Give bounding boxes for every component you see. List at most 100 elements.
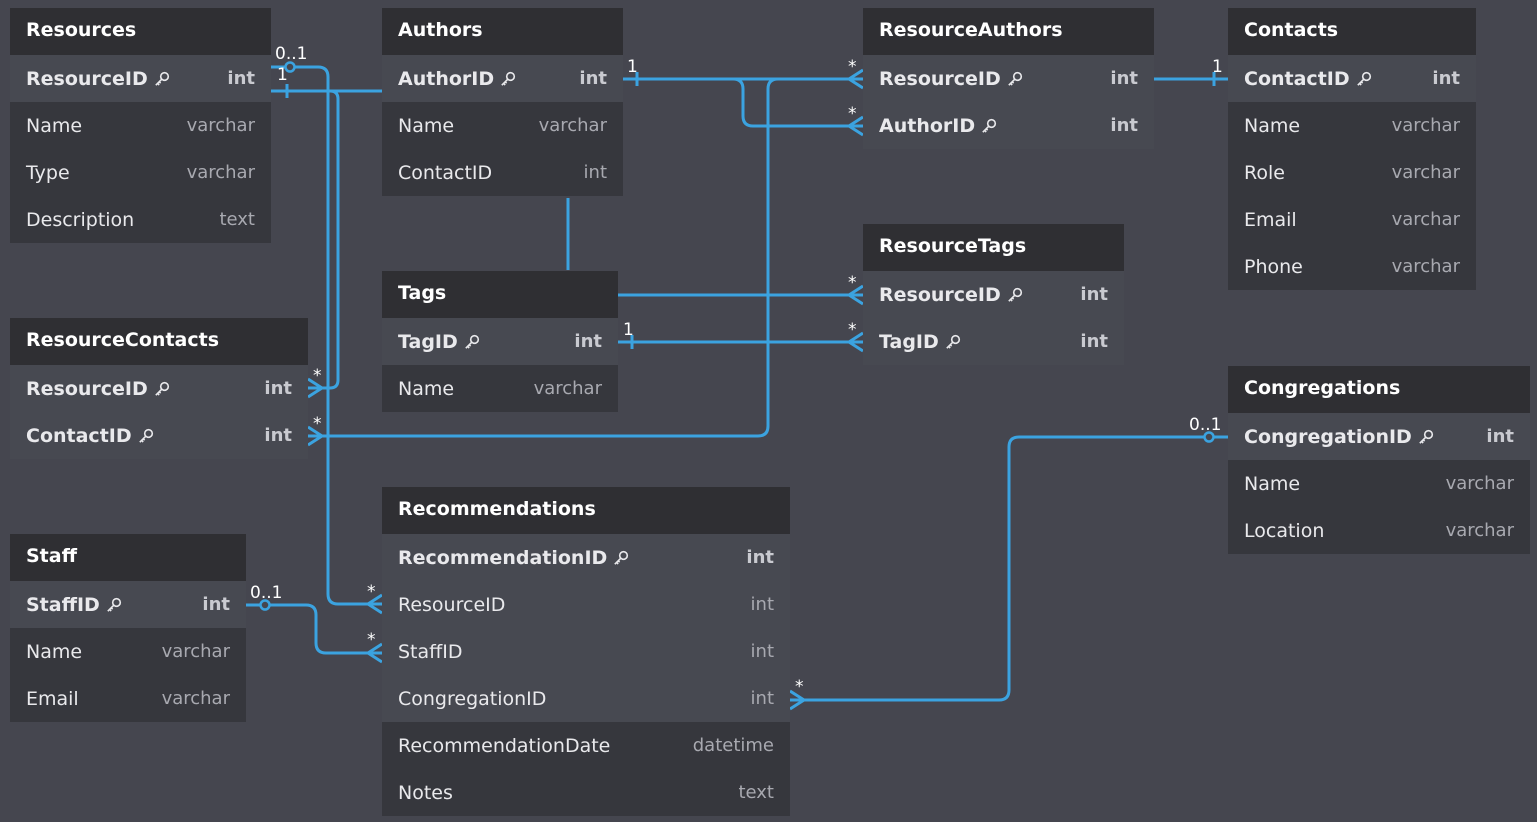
crowfoot-rec-res	[365, 593, 383, 615]
field-name: RecommendationID	[398, 546, 608, 569]
field-name-wrap: TagID	[879, 331, 961, 353]
field-type: text	[738, 782, 774, 803]
table-title[interactable]: Authors	[382, 8, 623, 55]
label-cong-zero-one: 0..1	[1189, 415, 1221, 435]
label-rt-res-many: *	[848, 273, 857, 293]
field-row[interactable]: Type varchar	[10, 149, 271, 196]
field-name-wrap: ResourceID	[398, 594, 505, 616]
field-type: int	[746, 547, 774, 568]
field-type: int	[750, 594, 774, 615]
field-name-wrap: StaffID	[398, 641, 462, 663]
field-row[interactable]: ContactID int	[1228, 55, 1476, 102]
table-contacts[interactable]: Contacts ContactID int Name varchar Role varch…	[1228, 8, 1476, 290]
field-name: ResourceID	[26, 377, 148, 400]
table-title[interactable]: Staff	[10, 534, 246, 581]
zero-one-res	[284, 61, 296, 73]
field-name-wrap: Phone	[1244, 256, 1303, 278]
field-row[interactable]: RecommendationDate datetime	[382, 722, 790, 769]
crowfoot-ra-auth	[846, 115, 864, 137]
table-title[interactable]: Tags	[382, 271, 618, 318]
table-title[interactable]: Resources	[10, 8, 271, 55]
field-row[interactable]: ContactID int	[10, 412, 308, 459]
field-row[interactable]: Name varchar	[1228, 102, 1476, 149]
table-resourceauthors[interactable]: ResourceAuthors ResourceID int AuthorID int	[863, 8, 1154, 149]
table-title[interactable]: Congregations	[1228, 366, 1530, 413]
field-name: ResourceID	[879, 67, 1001, 90]
field-row[interactable]: Name varchar	[1228, 460, 1530, 507]
table-tags[interactable]: Tags TagID int Name varchar	[382, 271, 618, 412]
field-name-wrap: ResourceID	[879, 68, 1023, 90]
field-name-wrap: Role	[1244, 162, 1285, 184]
field-row[interactable]: Name varchar	[10, 102, 271, 149]
field-row[interactable]: Phone varchar	[1228, 243, 1476, 290]
field-name-wrap: Email	[1244, 209, 1297, 231]
table-authors[interactable]: Authors AuthorID int Name varchar ContactID in…	[382, 8, 623, 196]
field-type: text	[219, 209, 255, 230]
field-name-wrap: Name	[1244, 115, 1300, 137]
field-name: Name	[26, 640, 83, 663]
field-row[interactable]: RecommendationID int	[382, 534, 790, 581]
field-row[interactable]: AuthorID int	[382, 55, 623, 102]
table-title[interactable]: ResourceAuthors	[863, 8, 1154, 55]
field-row[interactable]: ResourceID int	[10, 55, 271, 102]
field-name-wrap: RecommendationID	[398, 547, 629, 569]
field-row[interactable]: Email varchar	[10, 675, 246, 722]
field-type: varchar	[1391, 115, 1460, 136]
field-row[interactable]: Name varchar	[382, 365, 618, 412]
table-congregations[interactable]: Congregations CongregationID int Name varcha…	[1228, 366, 1530, 554]
key-icon	[1007, 71, 1022, 86]
table-staff[interactable]: Staff StaffID int Name varchar Email varchar	[10, 534, 246, 722]
field-row[interactable]: Name varchar	[10, 628, 246, 675]
field-type: int	[264, 425, 292, 446]
field-row[interactable]: Description text	[10, 196, 271, 243]
field-row[interactable]: CongregationID int	[1228, 413, 1530, 460]
field-row[interactable]: StaffID int	[10, 581, 246, 628]
field-type: int	[579, 68, 607, 89]
field-row[interactable]: Location varchar	[1228, 507, 1530, 554]
table-recommendations[interactable]: Recommendations RecommendationID int Resour…	[382, 487, 790, 816]
table-resourcecontacts[interactable]: ResourceContacts ResourceID int ContactID in…	[10, 318, 308, 459]
crowfoot-rec-staff	[365, 642, 383, 664]
field-name: CongregationID	[398, 687, 547, 710]
field-name-wrap: Type	[26, 162, 70, 184]
field-row[interactable]: Email varchar	[1228, 196, 1476, 243]
field-row[interactable]: TagID int	[382, 318, 618, 365]
table-title[interactable]: Recommendations	[382, 487, 790, 534]
field-name-wrap: Notes	[398, 782, 453, 804]
key-icon	[1007, 287, 1022, 302]
field-row[interactable]: CongregationID int	[382, 675, 790, 722]
field-row[interactable]: ContactID int	[382, 149, 623, 196]
field-row[interactable]: Notes text	[382, 769, 790, 816]
label-rc-contact-many: *	[313, 414, 322, 434]
field-row[interactable]: ResourceID int	[863, 55, 1154, 102]
field-name-wrap: Name	[26, 641, 82, 663]
key-icon	[154, 381, 169, 396]
field-row[interactable]: Role varchar	[1228, 149, 1476, 196]
table-resources[interactable]: Resources ResourceID int Name varchar Type var…	[10, 8, 271, 243]
label-staff-zero-one: 0..1	[250, 583, 282, 603]
field-name-wrap: CongregationID	[398, 688, 546, 710]
field-row[interactable]: ResourceID int	[382, 581, 790, 628]
field-row[interactable]: TagID int	[863, 318, 1124, 365]
field-type: varchar	[1391, 209, 1460, 230]
field-name: Notes	[398, 781, 453, 804]
field-name-wrap: ContactID	[398, 162, 492, 184]
field-row[interactable]: ResourceID int	[10, 365, 308, 412]
field-row[interactable]: StaffID int	[382, 628, 790, 675]
key-icon	[138, 428, 153, 443]
field-row[interactable]: Name varchar	[382, 102, 623, 149]
table-resourcetags[interactable]: ResourceTags ResourceID int TagID int	[863, 224, 1124, 365]
key-icon	[946, 334, 960, 349]
field-type: varchar	[538, 115, 607, 136]
crowfoot-rc-contact	[307, 425, 325, 447]
field-row[interactable]: ResourceID int	[863, 271, 1124, 318]
field-row[interactable]: AuthorID int	[863, 102, 1154, 149]
table-title[interactable]: ResourceTags	[863, 224, 1124, 271]
field-name: Name	[1244, 472, 1301, 495]
table-title[interactable]: Contacts	[1228, 8, 1476, 55]
link-authors-resourceauthors	[623, 77, 863, 128]
field-name: Location	[1244, 519, 1325, 542]
table-title[interactable]: ResourceContacts	[10, 318, 308, 365]
field-type: datetime	[692, 735, 774, 756]
field-type: varchar	[161, 641, 230, 662]
